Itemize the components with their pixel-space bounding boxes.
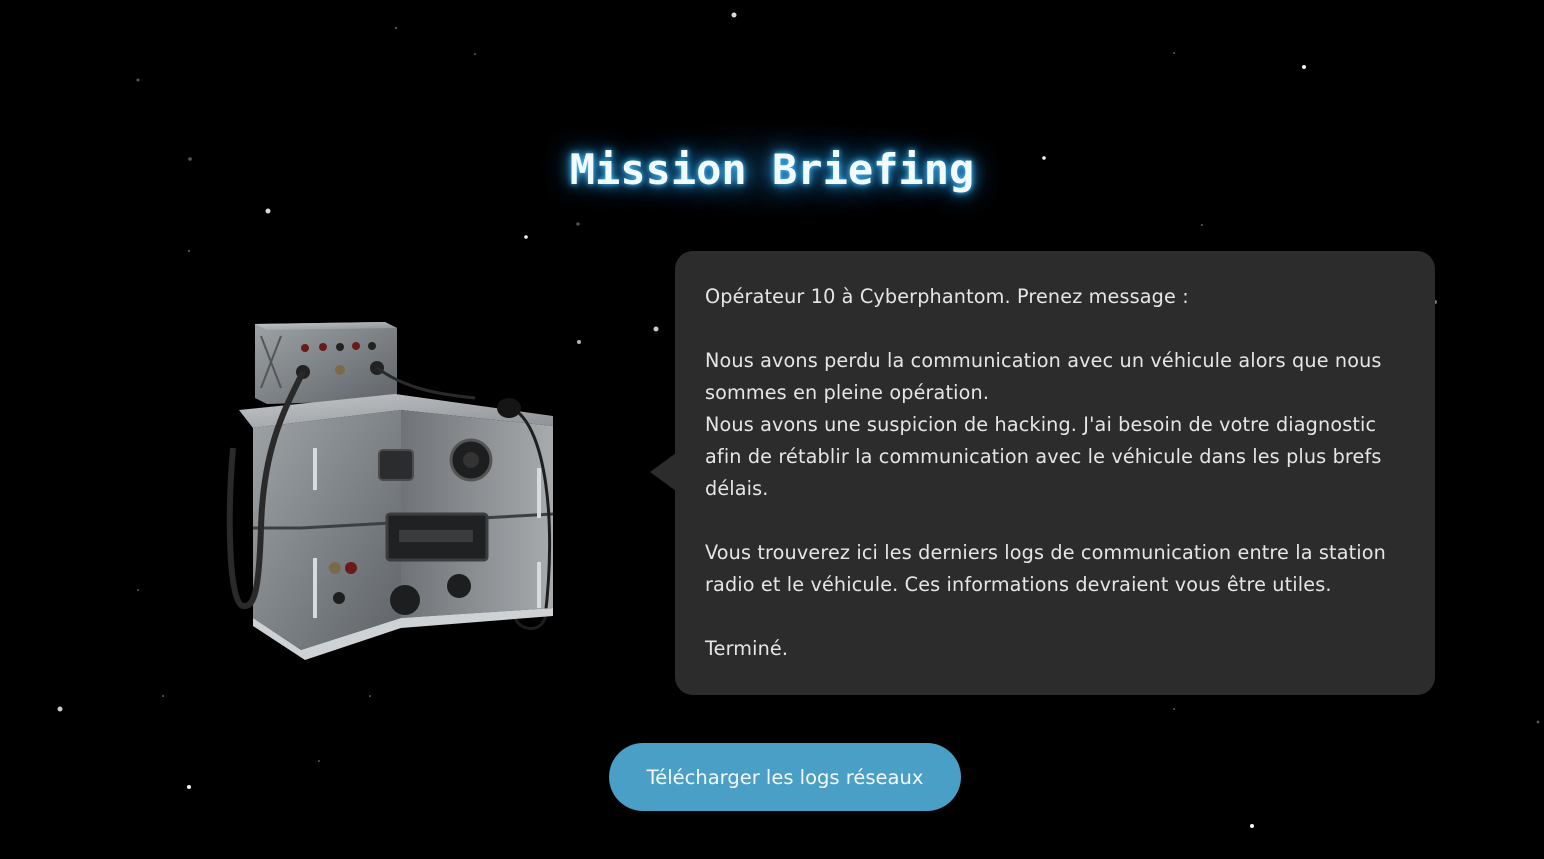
briefing-message-bubble: Opérateur 10 à Cyberphantom. Prenez mess… — [650, 251, 1435, 695]
download-logs-button[interactable]: Télécharger les logs réseaux — [609, 743, 961, 811]
message-paragraph-2: Vous trouverez ici les derniers logs de … — [705, 541, 1386, 596]
speech-bubble-tail — [650, 453, 676, 491]
page-title: Mission Briefing — [569, 145, 975, 194]
message-signoff: Terminé. — [705, 637, 789, 660]
message-paragraph-1a: Nous avons perdu la communication avec u… — [705, 349, 1382, 404]
field-radio-station-image — [215, 318, 560, 663]
message-paragraph-1b: Nous avons une suspicion de hacking. J'a… — [705, 413, 1382, 500]
message-greeting: Opérateur 10 à Cyberphantom. Prenez mess… — [705, 285, 1189, 308]
